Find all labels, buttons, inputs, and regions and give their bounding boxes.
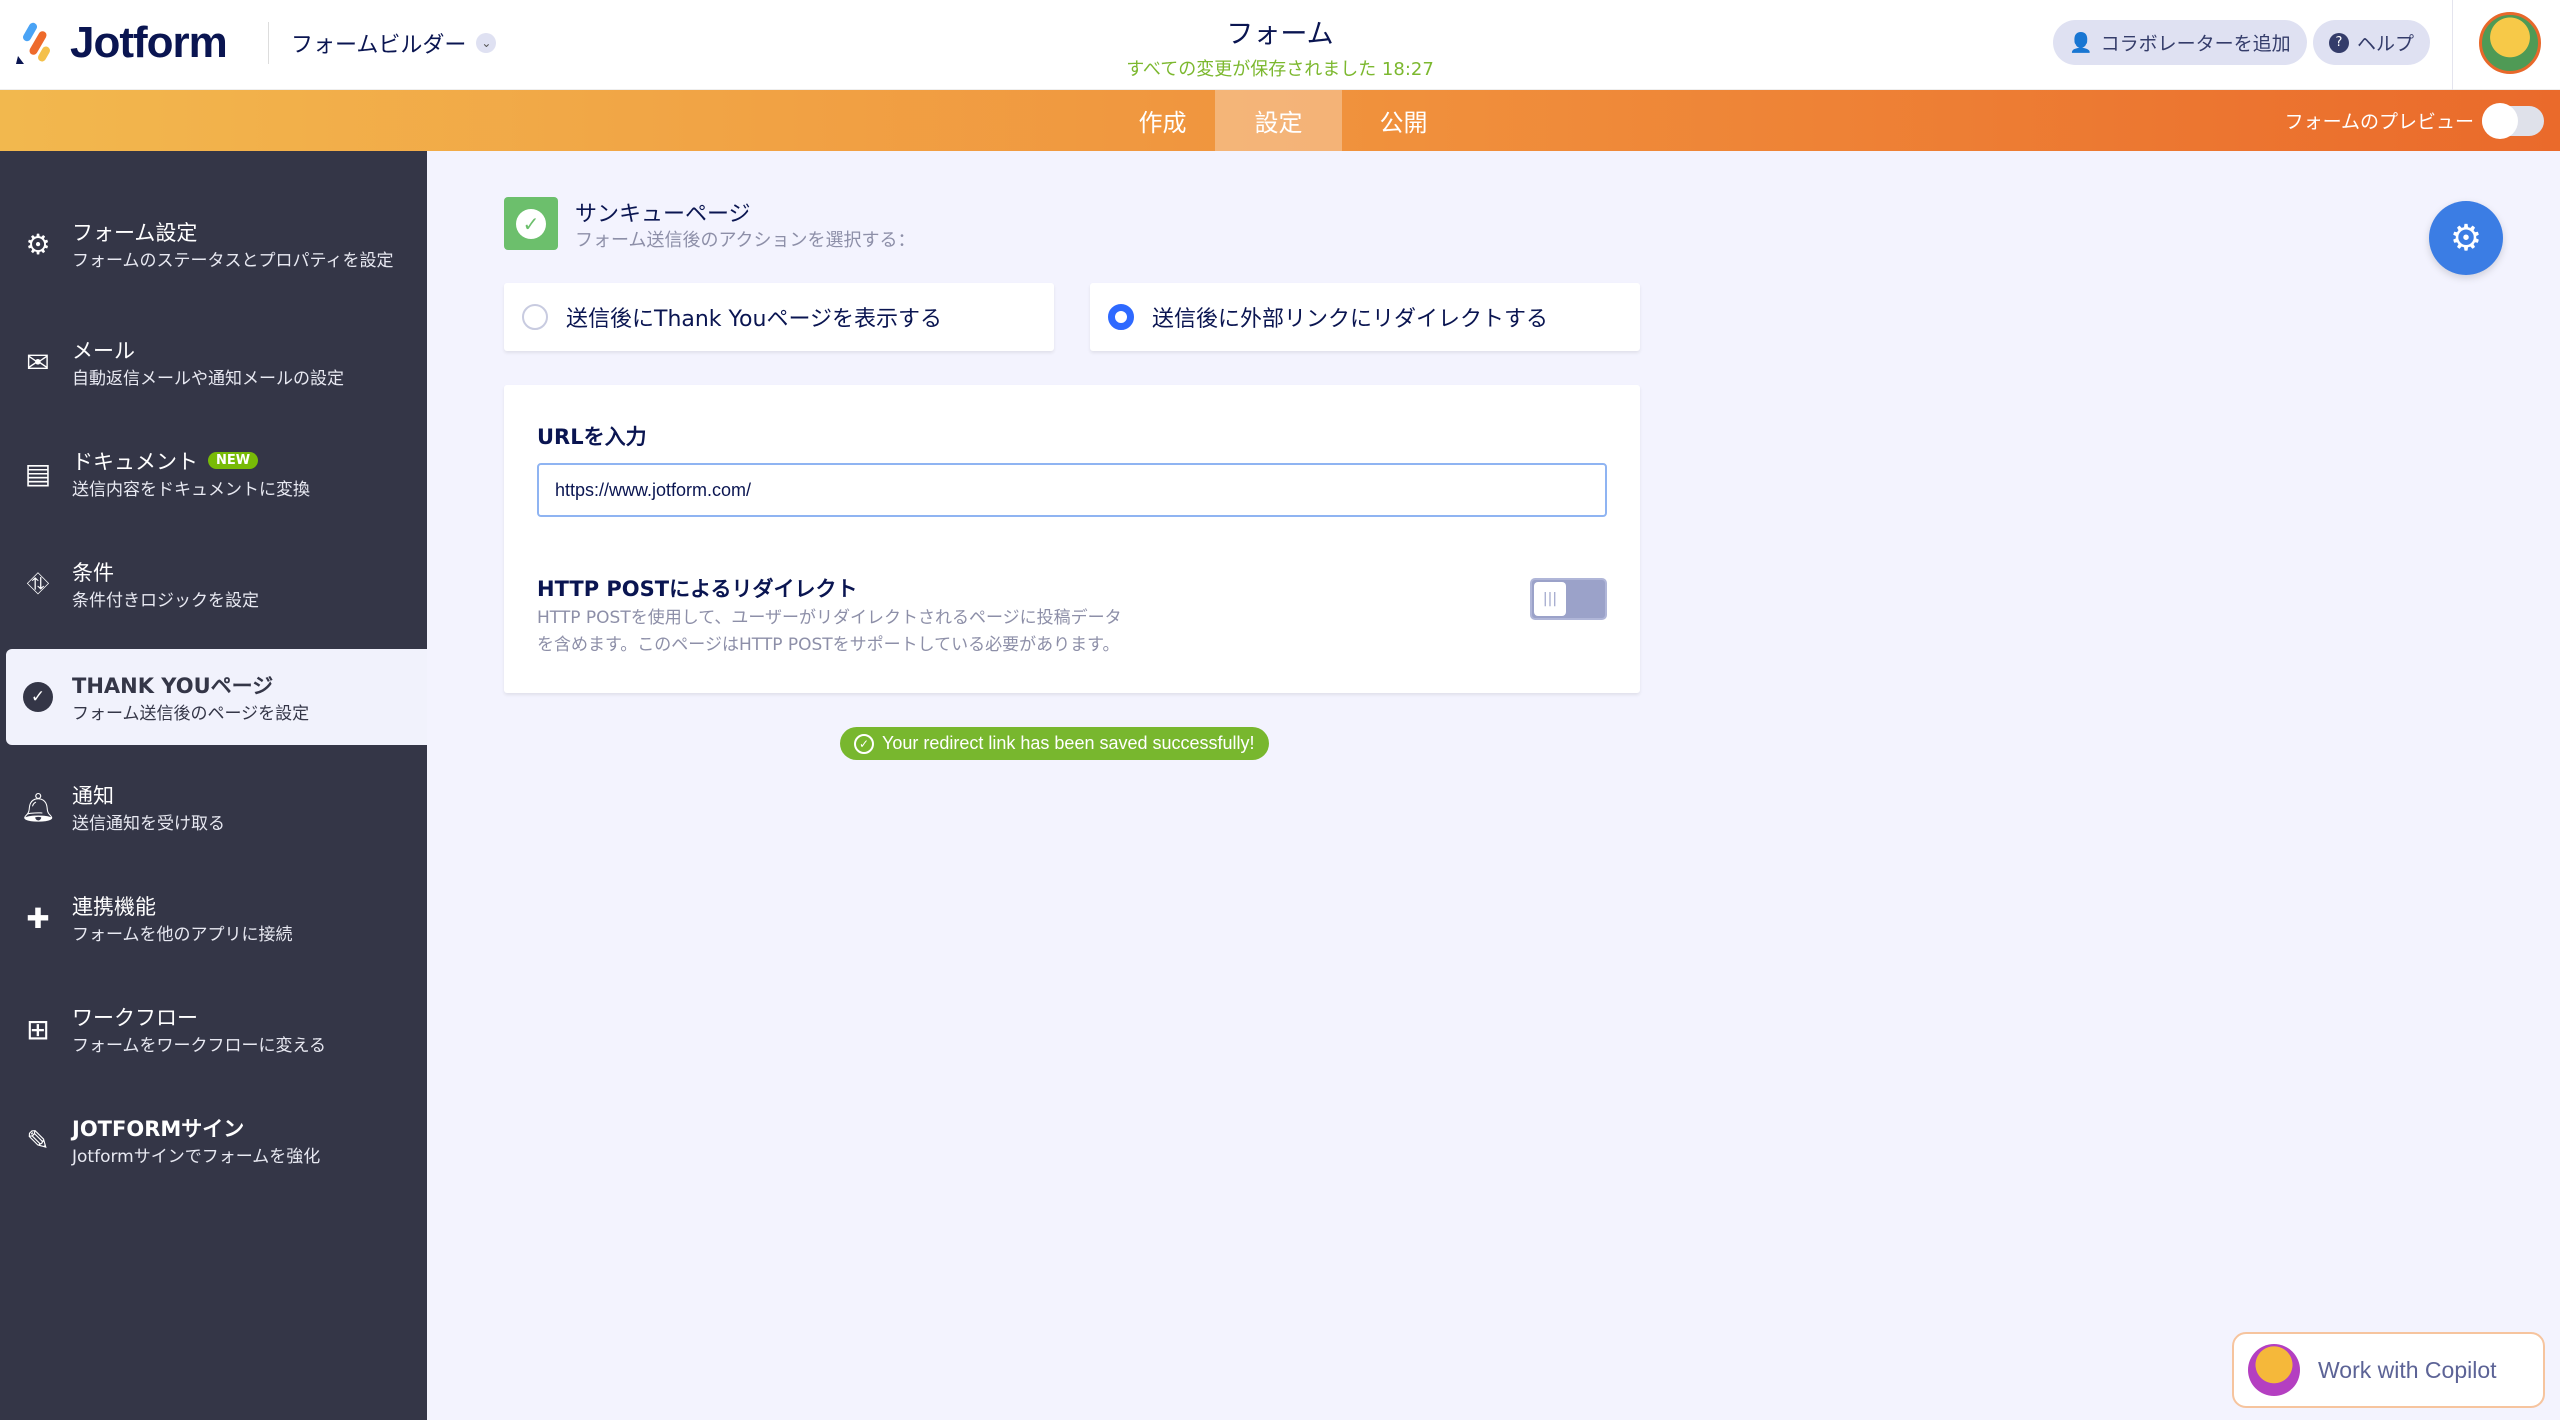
brand-name: Jotform	[70, 18, 227, 68]
puzzle-icon: ✚	[6, 902, 70, 935]
tab-publish[interactable]: 公開	[1342, 90, 1465, 151]
success-toast: ✓ Your redirect link has been saved succe…	[840, 727, 1269, 760]
sidebar-item-title: 条件	[72, 557, 259, 587]
chevron-down-icon: ⌄	[476, 33, 496, 53]
top-header: Jotform フォームビルダー ⌄ フォーム すべての変更が保存されました 1…	[0, 0, 2560, 90]
sidebar-item-title: ワークフロー	[72, 1002, 326, 1032]
jotform-logo[interactable]: Jotform	[16, 18, 227, 68]
sidebar-item-subtitle: フォームをワークフローに変える	[72, 1035, 326, 1057]
sidebar-item-subtitle: 条件付きロジックを設定	[72, 590, 259, 612]
sidebar-item-thank-you[interactable]: ✓THANK YOUページフォーム送信後のページを設定	[6, 649, 427, 745]
sidebar-item-integrations[interactable]: ✚連携機能フォームを他のアプリに接続	[6, 870, 427, 966]
sidebar-item-subtitle: フォームのステータスとプロパティを設定	[72, 250, 412, 272]
sidebar-item-title: JOTFORMサイン	[72, 1113, 320, 1143]
tab-build[interactable]: 作成	[1110, 90, 1215, 151]
option-label: 送信後にThank Youページを表示する	[566, 301, 942, 333]
builder-dropdown[interactable]: フォームビルダー ⌄	[268, 22, 496, 64]
url-label: URLを入力	[537, 421, 647, 451]
form-title[interactable]: フォーム	[980, 12, 1580, 51]
workflow-icon: ⊞	[6, 1013, 70, 1046]
preview-label: フォームのプレビュー	[2285, 107, 2474, 134]
sidebar-item-email[interactable]: ✉メール自動返信メールや通知メールの設定	[6, 314, 427, 410]
form-preview: フォームのプレビュー	[2285, 90, 2544, 151]
sidebar-item-subtitle: フォームを他のアプリに接続	[72, 924, 293, 946]
sidebar-item-title: ドキュメント	[72, 446, 198, 476]
avatar[interactable]	[2479, 12, 2541, 74]
option-show-thank-you[interactable]: 送信後にThank Youページを表示する	[504, 283, 1054, 351]
desc-line: を含めます。このページはHTTP POSTをサポートしている必要があります。	[537, 632, 1217, 659]
sidebar-item-notifications[interactable]: 🔔︎通知送信通知を受け取る	[6, 759, 427, 855]
check-icon: ✓	[854, 734, 874, 754]
new-badge: NEW	[208, 452, 258, 469]
add-collaborator-label: コラボレーターを追加	[2101, 29, 2291, 56]
radio-unselected[interactable]	[522, 304, 548, 330]
divider	[2452, 0, 2453, 90]
sidebar-item-title: 通知	[72, 780, 225, 810]
help-button[interactable]: ? ヘルプ	[2313, 20, 2430, 65]
nav-bar: 作成 設定 公開 フォームのプレビュー	[0, 90, 2560, 151]
copilot-button[interactable]: Work with Copilot	[2232, 1332, 2545, 1408]
sidebar-item-subtitle: 送信内容をドキュメントに変換	[72, 479, 310, 501]
http-post-toggle[interactable]: |||	[1530, 578, 1607, 620]
section-check-icon: ✓	[504, 197, 558, 250]
help-label: ヘルプ	[2357, 29, 2414, 56]
radio-selected[interactable]	[1108, 304, 1134, 330]
desc-line: HTTP POSTを使用して、ユーザーがリダイレクトされるページに投稿データ	[537, 605, 1217, 632]
http-post-title: HTTP POSTによるリダイレクト	[537, 573, 857, 603]
add-collaborator-button[interactable]: 👤 コラボレーターを追加	[2053, 20, 2307, 65]
settings-gear-button[interactable]: ⚙	[2429, 201, 2503, 275]
mail-icon: ✉	[6, 346, 70, 379]
redirect-settings-card: URLを入力 HTTP POSTによるリダイレクト HTTP POSTを使用して…	[504, 385, 1640, 693]
sidebar-item-title: THANK YOUページ	[72, 670, 309, 700]
toast-message: Your redirect link has been saved succes…	[882, 733, 1255, 754]
user-icon: 👤	[2069, 31, 2093, 54]
sidebar-item-form-settings[interactable]: ⚙フォーム設定フォームのステータスとプロパティを設定	[6, 196, 427, 292]
sidebar-item-workflow[interactable]: ⊞ワークフローフォームをワークフローに変える	[6, 981, 427, 1077]
question-icon: ?	[2329, 33, 2349, 53]
url-input[interactable]	[537, 463, 1607, 517]
option-redirect[interactable]: 送信後に外部リンクにリダイレクトする	[1090, 283, 1640, 351]
document-icon: ▤	[6, 457, 70, 490]
gear-icon: ⚙	[2450, 218, 2482, 259]
sidebar-item-conditions[interactable]: ⛗条件条件付きロジックを設定	[6, 536, 427, 632]
gear-icon: ⚙	[6, 228, 70, 261]
sitemap-icon: ⛗	[6, 567, 70, 601]
section-subtitle: フォーム送信後のアクションを選択する：	[575, 226, 916, 252]
sidebar-item-documents[interactable]: ▤ドキュメント NEW 送信内容をドキュメントに変換	[6, 425, 427, 521]
save-status: すべての変更が保存されました 18:27	[980, 55, 1580, 81]
pen-icon: ✎	[6, 1124, 70, 1157]
sidebar-item-jotform-sign[interactable]: ✎JOTFORMサイン Jotformサインでフォームを強化	[6, 1092, 427, 1188]
sidebar-item-subtitle: フォーム送信後のページを設定	[72, 703, 309, 725]
tab-settings[interactable]: 設定	[1215, 90, 1342, 151]
copilot-label: Work with Copilot	[2318, 1357, 2497, 1384]
form-title-area: フォーム すべての変更が保存されました 18:27	[980, 12, 1580, 81]
sidebar-item-subtitle: Jotformサインでフォームを強化	[72, 1146, 320, 1168]
preview-toggle[interactable]	[2482, 106, 2544, 136]
http-post-description: HTTP POSTを使用して、ユーザーがリダイレクトされるページに投稿データを含…	[537, 605, 1217, 659]
sidebar-item-subtitle: 送信通知を受け取る	[72, 813, 225, 835]
builder-label: フォームビルダー	[291, 27, 466, 59]
check-circle-icon: ✓	[6, 682, 70, 712]
sidebar-item-title: 連携機能	[72, 891, 293, 921]
jotform-logo-icon	[16, 22, 56, 64]
sidebar-item-title: メール	[72, 335, 344, 365]
option-label: 送信後に外部リンクにリダイレクトする	[1152, 301, 1548, 333]
settings-sidebar: ⚙フォーム設定フォームのステータスとプロパティを設定 ✉メール自動返信メールや通…	[0, 151, 427, 1420]
bell-icon: 🔔︎	[6, 791, 70, 824]
section-title: サンキューページ	[575, 196, 751, 228]
sidebar-item-subtitle: 自動返信メールや通知メールの設定	[72, 368, 344, 390]
copilot-avatar	[2248, 1344, 2300, 1396]
sidebar-item-title: フォーム設定	[72, 217, 412, 247]
